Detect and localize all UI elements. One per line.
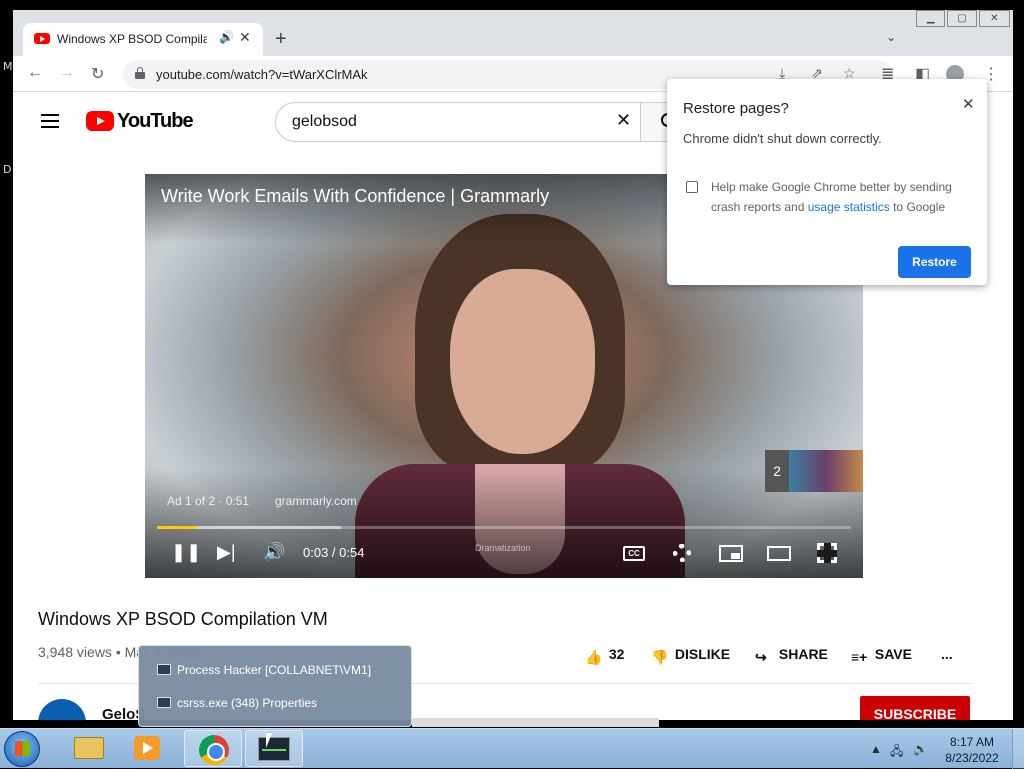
desktop: M D Windows XP BSOD Compilat 🔊 ✕ + ⌄ ▁ ▢… (0, 0, 1024, 769)
taskbar-jump-popup: Process Hacker [COLLABNET\VM1] csrss.exe… (138, 645, 412, 727)
thumbs-down-icon: 👎 (651, 649, 669, 665)
taskbar-media-player[interactable] (120, 730, 178, 767)
search-query: gelobsod (292, 113, 357, 130)
time-display: 0:03 / 0:54 (303, 545, 365, 560)
youtube-favicon-icon (34, 33, 50, 44)
progress-bar[interactable] (157, 526, 851, 529)
desktop-label: D (3, 163, 12, 176)
new-tab-button[interactable]: + (275, 28, 287, 51)
youtube-logo-icon[interactable] (86, 111, 114, 131)
taskbar-explorer[interactable] (60, 730, 118, 767)
back-arrow-icon[interactable]: ← (27, 64, 43, 82)
save-button[interactable]: ≡+ SAVE (851, 646, 912, 667)
thumbs-up-icon: 👍 (585, 649, 603, 665)
theater-mode-icon[interactable] (767, 546, 791, 561)
youtube-wordmark[interactable]: YouTube (117, 110, 194, 133)
subscribe-button[interactable]: SUBSCRIBE (860, 696, 970, 720)
speaker-icon[interactable]: 🔊 (219, 30, 234, 44)
chrome-icon (199, 735, 229, 765)
tab-search-chevron-icon[interactable]: ⌄ (886, 30, 896, 44)
csrss-properties-window-item[interactable]: csrss.exe (348) Properties (157, 696, 317, 710)
progress-played (157, 526, 197, 529)
clear-search-icon[interactable]: ✕ (616, 110, 631, 131)
close-tab-icon[interactable]: ✕ (239, 29, 251, 46)
save-label: SAVE (874, 646, 912, 662)
ad-link[interactable]: grammarly.com (275, 494, 357, 508)
usage-statistics-link[interactable]: usage statistics (808, 200, 890, 214)
more-actions-button[interactable]: ... (941, 646, 953, 662)
close-icon[interactable]: ✕ (962, 95, 975, 113)
show-desktop-button[interactable] (1012, 729, 1024, 769)
pause-icon[interactable]: ❚❚ (171, 542, 201, 563)
fullscreen-icon[interactable] (817, 543, 837, 563)
next-ad-preview[interactable]: 2 (765, 450, 863, 492)
process-hacker-icon (157, 664, 171, 675)
ad-title[interactable]: Write Work Emails With Confidence | Gram… (161, 186, 549, 207)
system-clock[interactable]: 8:17 AM 8/23/2022 (940, 734, 1004, 766)
settings-gear-icon[interactable] (673, 544, 691, 562)
network-icon[interactable]: 🖧 (890, 742, 903, 763)
captions-icon[interactable]: CC (623, 546, 645, 561)
crash-report-label: Help make Google Chrome better by sendin… (711, 180, 952, 214)
properties-window-icon (157, 697, 171, 708)
show-hidden-icons-icon[interactable]: ▲ (870, 742, 882, 756)
restore-dialog-message: Chrome didn't shut down correctly. (683, 131, 882, 146)
volume-icon[interactable]: 🔊 (263, 542, 285, 563)
ad-info: Ad 1 of 2 · 0:51 (167, 494, 250, 508)
restore-button[interactable]: Restore (898, 246, 971, 278)
reload-icon[interactable]: ↻ (91, 64, 104, 84)
horizontal-scrollbar[interactable] (412, 718, 659, 727)
url-text: youtube.com/watch?v=tWarXClrMAk (156, 67, 368, 82)
desktop-label: M (3, 60, 13, 73)
forward-arrow-icon[interactable]: → (59, 64, 75, 82)
tab-title: Windows XP BSOD Compilat (57, 32, 207, 46)
minimize-button[interactable]: ▁ (916, 10, 946, 27)
miniplayer-icon[interactable] (719, 545, 743, 562)
restore-dialog-title: Restore pages? (683, 100, 789, 117)
mouse-cursor-icon (266, 733, 278, 748)
share-arrow-icon: ↪ (755, 649, 767, 665)
taskbar: ▲ 🖧 🔊 8:17 AM 8/23/2022 (0, 728, 1024, 769)
share-button[interactable]: ↪ SHARE (755, 646, 828, 667)
next-icon[interactable]: ▶| (217, 542, 236, 563)
process-hacker-window-item[interactable]: Process Hacker [COLLABNET\VM1] (157, 663, 371, 677)
next-ad-thumbnail (789, 450, 863, 492)
dramatization-label: Dramatization (475, 543, 531, 553)
taskbar-chrome[interactable] (184, 730, 242, 767)
search-input[interactable]: gelobsod ✕ (275, 102, 641, 142)
like-count: 32 (608, 646, 625, 662)
hamburger-menu-icon[interactable] (41, 114, 59, 128)
close-window-button[interactable]: ✕ (978, 10, 1010, 27)
volume-tray-icon[interactable]: 🔊 (913, 742, 928, 756)
lock-icon (135, 67, 145, 79)
window-controls: ▁ ▢ ✕ (916, 10, 1012, 28)
clock-time: 8:17 AM (949, 735, 995, 749)
dislike-label: DISLIKE (674, 646, 731, 662)
like-button[interactable]: 👍 32 (585, 646, 624, 667)
tab-strip: Windows XP BSOD Compilat 🔊 ✕ + ⌄ ▁ ▢ ✕ (13, 10, 1013, 56)
maximize-button[interactable]: ▢ (947, 10, 977, 27)
next-ad-count: 2 (765, 450, 789, 492)
share-label: SHARE (778, 646, 828, 662)
add-to-playlist-icon: ≡+ (851, 649, 868, 665)
folder-icon (74, 737, 104, 759)
dislike-button[interactable]: 👎 DISLIKE (651, 646, 730, 667)
media-player-icon (134, 736, 160, 760)
browser-tab[interactable]: Windows XP BSOD Compilat 🔊 ✕ (23, 23, 263, 56)
video-title: Windows XP BSOD Compilation VM (38, 609, 328, 629)
start-button[interactable] (4, 731, 40, 767)
channel-avatar[interactable] (38, 699, 86, 720)
crash-report-checkbox[interactable] (686, 181, 698, 193)
clock-date: 8/23/2022 (945, 751, 999, 765)
restore-pages-dialog: Restore pages? ✕ Chrome didn't shut down… (667, 79, 987, 285)
